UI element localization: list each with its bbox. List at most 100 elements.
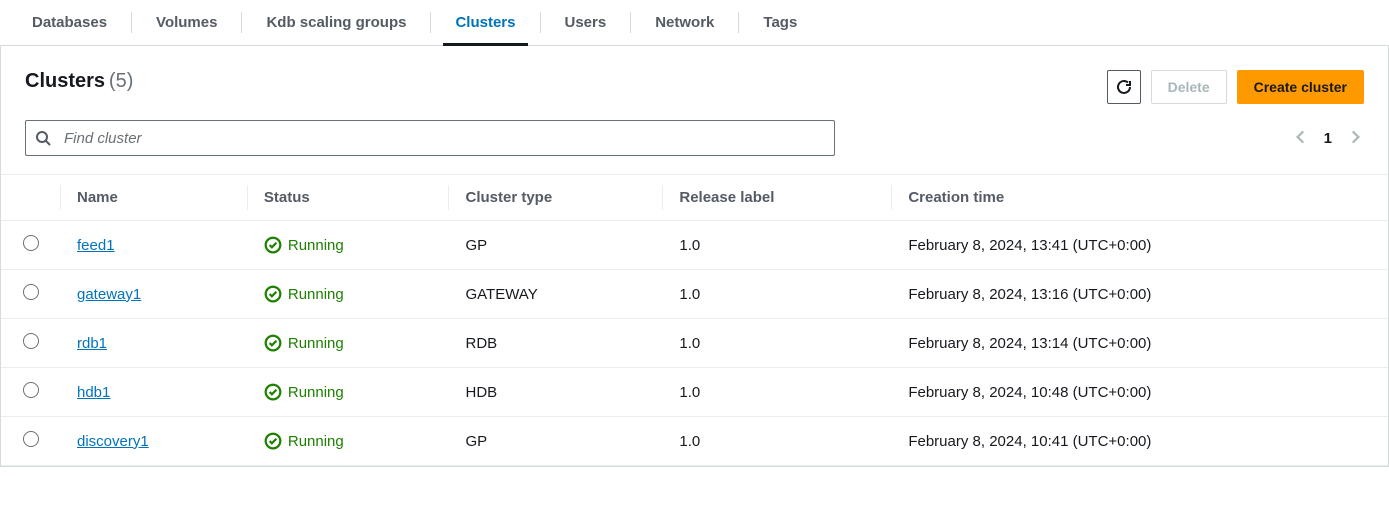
cell-status: Running <box>248 221 450 270</box>
cell-type: RDB <box>449 319 663 368</box>
create-cluster-button[interactable]: Create cluster <box>1237 70 1364 104</box>
tab-divider <box>738 12 739 33</box>
col-status[interactable]: Status <box>248 175 450 221</box>
cluster-name-link[interactable]: rdb1 <box>77 335 107 352</box>
tab-clusters[interactable]: Clusters <box>455 0 515 45</box>
cluster-name-link[interactable]: feed1 <box>77 237 115 254</box>
search-wrap <box>25 120 835 156</box>
cell-release: 1.0 <box>663 221 892 270</box>
cell-release: 1.0 <box>663 270 892 319</box>
check-circle-icon <box>264 383 282 401</box>
cell-name: gateway1 <box>61 270 248 319</box>
prev-page-button[interactable] <box>1292 128 1310 149</box>
tab-databases[interactable]: Databases <box>32 0 107 45</box>
table-row: discovery1 Running GP1.0February 8, 2024, … <box>1 417 1388 466</box>
check-circle-icon <box>264 285 282 303</box>
tab-network[interactable]: Network <box>655 0 714 45</box>
status-badge: Running <box>264 432 434 450</box>
col-select <box>1 175 61 221</box>
delete-button[interactable]: Delete <box>1151 70 1227 104</box>
cell-status: Running <box>248 417 450 466</box>
filter-row: 1 <box>1 104 1388 174</box>
row-select-cell <box>1 319 61 368</box>
search-icon <box>35 130 51 146</box>
cell-release: 1.0 <box>663 417 892 466</box>
pagination: 1 <box>1292 128 1364 149</box>
tab-volumes[interactable]: Volumes <box>156 0 217 45</box>
check-circle-icon <box>264 236 282 254</box>
tab-bar: Databases Volumes Kdb scaling groups Cluste… <box>0 0 1389 46</box>
cell-created: February 8, 2024, 13:16 (UTC+0:00) <box>892 270 1388 319</box>
status-badge: Running <box>264 236 434 254</box>
col-created[interactable]: Creation time <box>892 175 1388 221</box>
page-number: 1 <box>1324 130 1332 147</box>
row-select-cell <box>1 417 61 466</box>
status-text: Running <box>288 384 344 401</box>
tab-divider <box>630 12 631 33</box>
cell-release: 1.0 <box>663 368 892 417</box>
cluster-name-link[interactable]: gateway1 <box>77 286 141 303</box>
status-text: Running <box>288 286 344 303</box>
clusters-table: Name Status Cluster type Release label C… <box>1 174 1388 466</box>
status-badge: Running <box>264 285 434 303</box>
cell-release: 1.0 <box>663 319 892 368</box>
table-header-row: Name Status Cluster type Release label C… <box>1 175 1388 221</box>
status-badge: Running <box>264 334 434 352</box>
cell-created: February 8, 2024, 10:48 (UTC+0:00) <box>892 368 1388 417</box>
search-input[interactable] <box>25 120 835 156</box>
tab-divider <box>430 12 431 33</box>
status-text: Running <box>288 335 344 352</box>
cell-type: GP <box>449 417 663 466</box>
status-text: Running <box>288 237 344 254</box>
refresh-button[interactable] <box>1107 70 1141 104</box>
panel-header: Clusters (5) Delete Create cluster <box>1 46 1388 104</box>
cell-type: GATEWAY <box>449 270 663 319</box>
refresh-icon <box>1116 79 1132 95</box>
tab-divider <box>540 12 541 33</box>
tab-tags[interactable]: Tags <box>763 0 797 45</box>
cell-name: rdb1 <box>61 319 248 368</box>
cluster-name-link[interactable]: hdb1 <box>77 384 110 401</box>
col-release[interactable]: Release label <box>663 175 892 221</box>
row-select-radio[interactable] <box>23 431 39 447</box>
panel-count: (5) <box>109 70 133 92</box>
row-select-cell <box>1 221 61 270</box>
status-badge: Running <box>264 383 434 401</box>
col-type[interactable]: Cluster type <box>449 175 663 221</box>
tab-users[interactable]: Users <box>565 0 607 45</box>
cell-created: February 8, 2024, 10:41 (UTC+0:00) <box>892 417 1388 466</box>
chevron-right-icon <box>1346 128 1364 146</box>
row-select-radio[interactable] <box>23 284 39 300</box>
table-row: hdb1 Running HDB1.0February 8, 2024, 10:48… <box>1 368 1388 417</box>
next-page-button[interactable] <box>1346 128 1364 149</box>
row-select-radio[interactable] <box>23 333 39 349</box>
cell-type: HDB <box>449 368 663 417</box>
cell-name: discovery1 <box>61 417 248 466</box>
row-select-cell <box>1 270 61 319</box>
table-row: feed1RunningGP1.0February 8, 2024, 13:41… <box>1 221 1388 270</box>
row-select-cell <box>1 368 61 417</box>
row-select-radio[interactable] <box>23 382 39 398</box>
row-select-radio[interactable] <box>23 235 39 251</box>
cell-status: Running <box>248 319 450 368</box>
panel-title: Clusters <box>25 70 105 92</box>
cell-created: February 8, 2024, 13:14 (UTC+0:00) <box>892 319 1388 368</box>
cell-name: hdb1 <box>61 368 248 417</box>
table-row: rdb1 Running RDB1.0February 8, 2024, 13:14… <box>1 319 1388 368</box>
tab-divider <box>131 12 132 33</box>
tab-divider <box>241 12 242 33</box>
tab-kdb-scaling-groups[interactable]: Kdb scaling groups <box>266 0 406 45</box>
table-row: gateway1 Running GATEWAY1.0February 8, 202… <box>1 270 1388 319</box>
cluster-name-link[interactable]: discovery1 <box>77 433 149 450</box>
clusters-panel: Clusters (5) Delete Create cluster <box>0 46 1389 467</box>
panel-actions: Delete Create cluster <box>1107 70 1364 104</box>
cell-status: Running <box>248 270 450 319</box>
cell-status: Running <box>248 368 450 417</box>
cell-name: feed1 <box>61 221 248 270</box>
status-text: Running <box>288 433 344 450</box>
check-circle-icon <box>264 432 282 450</box>
chevron-left-icon <box>1292 128 1310 146</box>
cell-type: GP <box>449 221 663 270</box>
col-name[interactable]: Name <box>61 175 248 221</box>
panel-title-wrap: Clusters (5) <box>25 70 133 93</box>
